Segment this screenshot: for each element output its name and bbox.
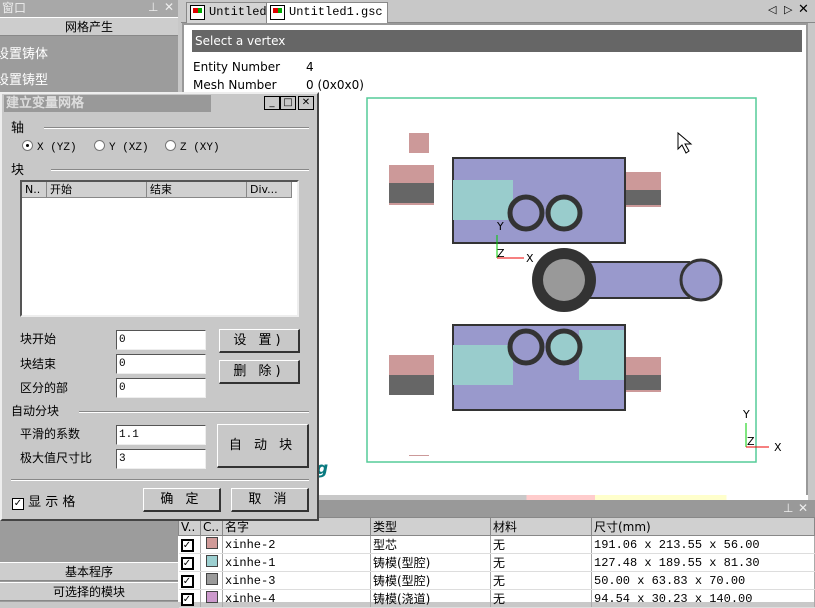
pin-icon[interactable]: ⊥ (148, 0, 158, 14)
y-axis-label: Y (496, 220, 504, 233)
scroll-left-icon[interactable]: ◁ (768, 3, 776, 16)
divisions-input[interactable]: 0 (116, 378, 206, 398)
axis-y-radio[interactable]: Y (XZ) (94, 140, 149, 154)
type-cell: 铸模(型腔) (370, 553, 491, 572)
color-swatch[interactable] (206, 591, 218, 603)
minimize-button[interactable]: _ (264, 96, 280, 110)
runner (532, 248, 723, 312)
size-cell: 50.00 x 63.83 x 70.00 (591, 571, 815, 590)
close-icon[interactable]: ✕ (798, 501, 808, 515)
entity-table: V.. C.. 名字 类型 材料 尺寸(mm) ✓ xinhe-2 型芯无 191.0… (178, 517, 815, 608)
material-cell: 无 (490, 571, 592, 590)
document-icon (190, 5, 205, 20)
size-cell: 127.48 x 189.55 x 81.30 (591, 553, 815, 572)
name-cell: xinhe-2 (222, 535, 371, 554)
pin-icon[interactable]: ⊥ (783, 501, 793, 515)
table-row: ✓ xinhe-3 铸模(型腔) 无 50.00 x 63.83 x 70.00 (178, 571, 815, 590)
divider (11, 479, 309, 481)
material-cell: 无 (490, 589, 592, 608)
z-axis-label: Z (747, 435, 755, 448)
divider (51, 169, 309, 171)
max-ratio-label: 极大值尺寸比 (20, 451, 93, 465)
set-mold-item[interactable]: 设置铸型 (0, 69, 48, 88)
optional-modules-button[interactable]: 可选择的模块 (0, 582, 178, 601)
col-size[interactable]: 尺寸(mm) (591, 517, 815, 536)
axis-triad-corner: Y X Z (742, 408, 782, 454)
upper-casting (389, 133, 661, 244)
max-ratio-input[interactable]: 3 (116, 449, 206, 469)
set-casting-item[interactable]: 设置铸体 (0, 43, 48, 62)
document-icon (270, 5, 285, 20)
variable-mesh-dialog: 建立变量网格 _ □ ✕ 轴 X (YZ) Y (XZ) Z (XY) 块 N.… (0, 92, 319, 521)
visible-checkbox[interactable]: ✓ (180, 575, 194, 588)
col-material[interactable]: 材料 (490, 517, 592, 536)
type-cell: 铸模(浇道) (370, 589, 491, 608)
divider (44, 127, 309, 129)
mesh-generation-button[interactable]: 网格产生 (0, 17, 178, 36)
block-end-label: 块结束 (20, 357, 57, 371)
color-swatch[interactable] (206, 555, 218, 567)
smoothing-label: 平滑的系数 (20, 427, 81, 441)
block-section-label: 块 (11, 163, 25, 178)
material-cell: 无 (490, 535, 592, 554)
close-tab-icon[interactable]: ✕ (798, 2, 809, 17)
name-cell: xinhe-1 (222, 553, 371, 572)
visible-checkbox[interactable]: ✓ (180, 557, 194, 570)
divider (79, 411, 309, 413)
tab-untitled1-gsc[interactable]: Untitled1.gsc (266, 2, 388, 23)
color-swatch[interactable] (206, 573, 218, 585)
col-start[interactable]: 开始 (47, 182, 147, 198)
col-n[interactable]: N.. (22, 182, 47, 198)
axis-section-label: 轴 (11, 121, 25, 136)
delete-button[interactable]: 删 除) (219, 360, 300, 384)
divisions-label: 区分的部 (20, 381, 69, 395)
maximize-button[interactable]: □ (280, 96, 296, 110)
axis-z-radio[interactable]: Z (XY) (165, 140, 220, 154)
size-cell: 191.06 x 213.55 x 56.00 (591, 535, 815, 554)
z-axis-label: Z (497, 247, 505, 260)
lower-casting (389, 324, 661, 456)
checkbox-icon: ✓ (12, 498, 24, 510)
y-axis-label: Y (742, 408, 750, 421)
set-button[interactable]: 设 置) (219, 329, 300, 353)
axis-x-radio[interactable]: X (YZ) (22, 140, 77, 154)
auto-block-button[interactable]: 自 动 块 (217, 424, 309, 468)
block-end-input[interactable]: 0 (116, 354, 206, 374)
col-type[interactable]: 类型 (370, 517, 491, 536)
close-button[interactable]: ✕ (298, 96, 314, 110)
basic-program-button[interactable]: 基本程序 (0, 562, 178, 581)
name-cell: xinhe-4 (222, 589, 371, 608)
tab-label: Untitled1 (209, 5, 274, 19)
table-row: ✓ xinhe-4 铸模(浇道) 无 94.54 x 30.23 x 140.00 (178, 589, 815, 608)
tab-untitled1[interactable]: Untitled1 (186, 2, 279, 23)
x-axis-label: X (774, 441, 782, 454)
visible-checkbox[interactable]: ✓ (180, 539, 194, 552)
block-start-input[interactable]: 0 (116, 330, 206, 350)
document-tabs: Untitled1 Untitled1.gsc ◁ ▷ ✕ (181, 0, 815, 23)
dialog-title: 建立变量网格 (4, 95, 211, 112)
auto-section-label: 自动分块 (11, 404, 60, 418)
scroll-right-icon[interactable]: ▷ (784, 3, 792, 16)
size-cell: 94.54 x 30.23 x 140.00 (591, 589, 815, 608)
ok-button[interactable]: 确 定 (143, 488, 221, 512)
show-grid-checkbox[interactable]: ✓ 显 示 格 (12, 491, 75, 510)
name-cell: xinhe-3 (222, 571, 371, 590)
x-axis-label: X (526, 252, 534, 265)
visible-checkbox[interactable]: ✓ (180, 593, 194, 606)
table-row: ✓ xinhe-1 铸模(型腔) 无 127.48 x 189.55 x 81.30 (178, 553, 815, 572)
color-swatch[interactable] (206, 537, 218, 549)
smoothing-input[interactable]: 1.1 (116, 425, 206, 445)
type-cell: 型芯 (370, 535, 491, 554)
block-start-label: 块开始 (20, 332, 57, 346)
table-row: ✓ xinhe-2 型芯无 191.06 x 213.55 x 56.00 (178, 535, 815, 554)
col-div[interactable]: Div... (247, 182, 292, 198)
cancel-button[interactable]: 取 消 (231, 488, 309, 512)
mouse-cursor-icon (677, 131, 693, 154)
material-cell: 无 (490, 553, 592, 572)
tab-label: Untitled1.gsc (289, 5, 383, 19)
block-list[interactable]: N.. 开始 结束 Div... (20, 180, 299, 317)
col-end[interactable]: 结束 (147, 182, 247, 198)
type-cell: 铸模(型腔) (370, 571, 491, 590)
close-icon[interactable]: ✕ (164, 0, 174, 14)
